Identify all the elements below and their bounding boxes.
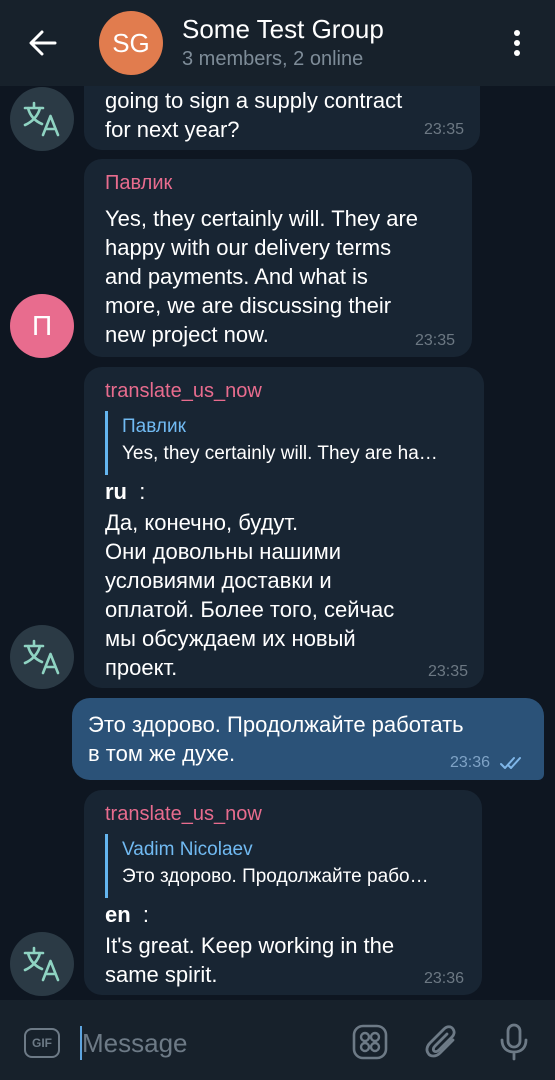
message-time: 23:35 [424,121,465,138]
translate-icon [23,639,60,675]
group-avatar[interactable]: SG [99,11,163,75]
translate-icon [23,101,60,137]
message-text: going to sign a supply contract for next… [105,88,403,142]
message-bubble[interactable]: Павлик Yes, they certainly will. They ar… [84,159,472,357]
message-bubble[interactable]: translate_us_now Павлик Yes, they certai… [84,367,484,688]
attach-button[interactable] [422,1022,462,1062]
read-double-check-icon [500,757,521,769]
back-arrow-icon [29,30,57,56]
user-avatar[interactable]: П [10,294,74,358]
gif-icon: GIF [32,1036,52,1050]
outgoing-message-bubble[interactable]: Это здорово. Продолжайте работать в том … [72,698,544,780]
voice-record-button[interactable] [494,1022,534,1062]
more-vertical-icon [514,30,520,36]
sender-name[interactable]: translate_us_now [105,803,262,826]
language-code: en : [105,902,150,927]
reply-text: Это здорово. Продолжайте рабо… [122,866,429,887]
sticker-button[interactable] [350,1022,390,1062]
message-time: 23:35 [428,663,469,680]
message-time: 23:35 [415,332,456,349]
message-input[interactable] [82,1024,332,1062]
reply-author: Павлик [122,416,186,437]
reply-quote[interactable]: Vadim Nicolaev Это здорово. Продолжайте … [105,834,470,898]
reply-text: Yes, they certainly will. They are ha… [122,443,438,464]
back-button[interactable] [24,25,62,61]
gif-button[interactable]: GIF [24,1028,60,1058]
chat-header: SG Some Test Group 3 members, 2 online [0,0,555,86]
bot-avatar[interactable] [10,932,74,996]
message-bubble[interactable]: going to sign a supply contract for next… [84,86,480,150]
message-bubble[interactable]: translate_us_now Vadim Nicolaev Это здор… [84,790,482,995]
chat-title[interactable]: Some Test Group [182,14,384,45]
reply-author: Vadim Nicolaev [122,839,253,860]
bot-avatar[interactable] [10,87,74,151]
chat-subtitle: 3 members, 2 online [182,48,364,70]
bot-avatar[interactable] [10,625,74,689]
more-menu-button[interactable] [502,26,532,60]
sender-name[interactable]: Павлик [105,172,172,195]
message-text: Yes, they certainly will. They are happy… [105,206,419,347]
sticker-grid-icon [352,1024,388,1060]
attach-paperclip-icon [425,1025,456,1058]
sender-name[interactable]: translate_us_now [105,380,262,403]
message-list[interactable]: going to sign a supply contract for next… [0,86,555,1000]
message-time: 23:36 [450,754,491,771]
translate-icon [23,946,60,982]
message-text: Это здорово. Продолжайте работать в том … [88,712,464,766]
message-time: 23:36 [424,970,465,987]
message-text: Да, конечно, будут. Они довольны нашими … [105,510,395,680]
reply-quote[interactable]: Павлик Yes, they certainly will. They ar… [105,411,470,475]
language-code: ru : [105,479,146,504]
microphone-icon [500,1023,528,1061]
message-text: It's great. Keep working in the same spi… [105,933,395,987]
message-composer: GIF [0,1000,555,1080]
